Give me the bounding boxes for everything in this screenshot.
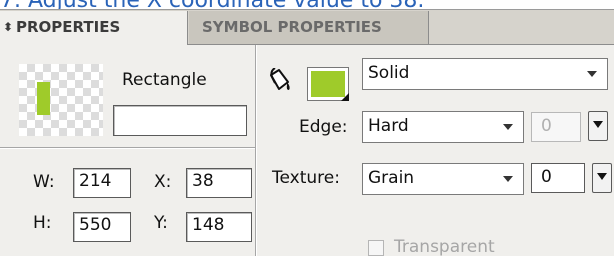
- fill-style-value: Solid: [368, 63, 410, 83]
- edge-label: Edge:: [299, 117, 348, 137]
- y-label: Y:: [154, 213, 168, 233]
- x-label: X:: [154, 172, 172, 192]
- y-input[interactable]: 148: [186, 212, 252, 242]
- fill-color-preview: [311, 71, 345, 97]
- chevron-down-icon: [503, 124, 513, 130]
- tab-symbol-properties[interactable]: SYMBOL PROPERTIES: [189, 11, 429, 44]
- tab-properties[interactable]: ⬍ PROPERTIES: [0, 11, 188, 45]
- texture-amount-dropdown-button[interactable]: [592, 163, 612, 193]
- shape-preview-rectangle: [37, 82, 50, 115]
- edge-value: Hard: [368, 116, 409, 136]
- shape-name-input[interactable]: [113, 105, 247, 136]
- chevron-down-icon: [587, 71, 597, 77]
- paint-bucket-icon: [266, 67, 292, 96]
- shape-type-label: Rectangle: [122, 70, 207, 90]
- tab-symbol-properties-label: SYMBOL PROPERTIES: [202, 18, 382, 36]
- tab-properties-label: PROPERTIES: [16, 18, 121, 36]
- chevron-down-icon: [597, 173, 607, 180]
- texture-label: Texture:: [272, 168, 340, 188]
- texture-dropdown[interactable]: Grain: [362, 163, 524, 195]
- edge-amount-dropdown-button[interactable]: [588, 111, 608, 141]
- properties-panel: ⬍ PROPERTIES SYMBOL PROPERTIES Rectangle…: [0, 9, 614, 257]
- panel-tab-bar: ⬍ PROPERTIES SYMBOL PROPERTIES: [0, 10, 614, 45]
- shape-preview-thumbnail: [19, 64, 103, 136]
- height-input[interactable]: 550: [73, 212, 131, 242]
- section-divider-horizontal-highlight: [0, 148, 255, 149]
- section-divider-vertical-highlight: [256, 45, 257, 256]
- fill-color-swatch[interactable]: [307, 67, 349, 101]
- width-label: W:: [33, 172, 55, 192]
- width-input[interactable]: 214: [73, 168, 131, 198]
- texture-value: Grain: [368, 168, 415, 188]
- x-input[interactable]: 38: [186, 168, 252, 198]
- edge-amount-input: 0: [531, 112, 581, 142]
- swatch-dropdown-triangle-icon: [341, 93, 349, 101]
- edge-dropdown[interactable]: Hard: [362, 111, 524, 143]
- transparent-checkbox[interactable]: [368, 240, 384, 256]
- texture-amount-input[interactable]: 0: [531, 163, 585, 193]
- chevron-down-icon: [503, 176, 513, 182]
- chevron-down-icon: [593, 121, 603, 128]
- collapse-arrows-icon[interactable]: ⬍: [3, 11, 13, 44]
- fill-style-dropdown[interactable]: Solid: [362, 58, 608, 90]
- height-label: H:: [33, 213, 52, 233]
